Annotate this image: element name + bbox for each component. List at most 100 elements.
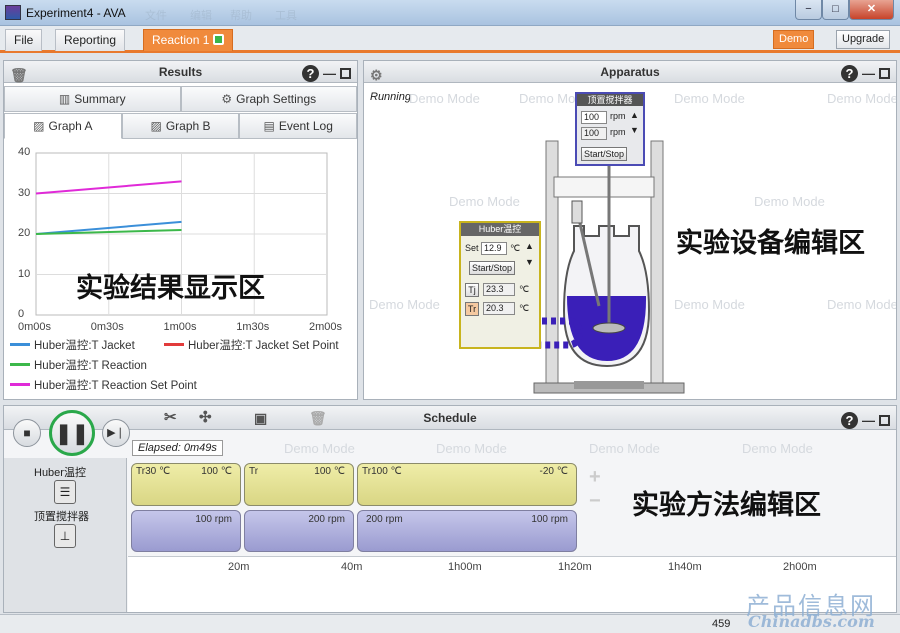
segment-start: 200 rpm <box>366 514 403 525</box>
add-step-icon[interactable]: + <box>589 466 601 489</box>
temp-segment[interactable]: Tr 100 ℃ <box>244 463 354 506</box>
ghost-menu-0: 文件 <box>145 10 167 22</box>
minimize-button[interactable]: − <box>795 0 822 20</box>
help-icon[interactable]: ? <box>302 65 319 82</box>
results-panel: 🗑 Results ? — ▥ Summary ⚙ Graph Settings ▨ G… <box>3 60 358 400</box>
close-button[interactable]: ✕ <box>849 0 894 20</box>
maximize-panel-icon[interactable] <box>879 415 890 426</box>
reaction-temp-unit: ℃ <box>519 303 530 313</box>
segment-start: Tr100 ℃ <box>362 466 402 477</box>
maximize-panel-icon[interactable] <box>340 68 351 79</box>
y-tick-label: 20 <box>18 227 31 239</box>
minimize-panel-icon[interactable]: — <box>862 409 875 433</box>
stirrer-speed-input[interactable]: 100 <box>581 111 607 124</box>
legend-swatch <box>164 343 184 346</box>
apparatus-title: Apparatus <box>600 65 660 79</box>
time-tick: 2h00m <box>783 561 817 573</box>
tab-graph-a[interactable]: ▨ Graph A <box>4 113 122 139</box>
time-tick: 1h40m <box>668 561 702 573</box>
reaction-status-icon <box>213 34 225 45</box>
huber-set-input[interactable]: 12.9 <box>481 242 507 255</box>
tab-file[interactable]: File <box>5 29 43 51</box>
elapsed-time: Elapsed: 0m49s <box>132 440 223 456</box>
stirrer-start-stop-button[interactable]: Start/Stop <box>581 147 627 161</box>
stop-button[interactable]: ■ <box>13 419 41 447</box>
stirrer-icon: ⊥ <box>54 524 76 548</box>
stirrer-title: 顶置搅拌器 <box>577 94 643 106</box>
results-title: Results <box>158 65 203 79</box>
stepper-up-icon[interactable]: ▲ <box>630 110 639 120</box>
legend-label: Huber温控:T Jacket <box>34 340 135 352</box>
gear-icon[interactable]: ⚙ <box>370 64 383 86</box>
delete-icon[interactable]: 🗑 <box>309 406 327 430</box>
pause-button[interactable]: ❚❚ <box>49 410 95 456</box>
maximize-panel-icon[interactable] <box>879 68 890 79</box>
minimize-panel-icon[interactable]: — <box>862 63 875 85</box>
watermark: Demo Mode <box>742 441 813 456</box>
stepper-down-icon[interactable]: ▼ <box>525 257 534 267</box>
time-tick: 20m <box>228 561 250 573</box>
segment-end: -20 ℃ <box>539 466 568 477</box>
graph-icon: ▨ <box>150 119 162 133</box>
results-tabs-bottom: ▨ Graph A ▨ Graph B ▤ Event Log <box>4 113 358 139</box>
maximize-button[interactable]: □ <box>822 0 849 20</box>
comment-icon[interactable]: ▣ <box>254 406 267 430</box>
watermark: Demo Mode <box>449 194 520 209</box>
summary-icon: ▥ <box>58 92 71 106</box>
stirrer-speed-actual-unit: rpm <box>610 127 626 137</box>
legend-item: Huber温控:T Jacket Set Point <box>164 337 339 353</box>
segment-start: Tr <box>249 466 259 477</box>
trash-icon[interactable]: 🗑 <box>10 64 28 86</box>
temp-segment[interactable]: Tr100 ℃ -20 ℃ <box>357 463 577 506</box>
apparatus-status: Running <box>370 91 411 103</box>
legend-item: Huber温控:T Jacket <box>10 337 135 353</box>
stepper-down-icon[interactable]: ▼ <box>630 125 639 135</box>
skip-icon: ▶❘ <box>107 427 125 439</box>
upgrade-button[interactable]: Upgrade <box>836 30 891 49</box>
segment-end: 100 ℃ <box>314 466 345 477</box>
stir-segment[interactable]: 200 rpm <box>244 510 354 552</box>
stirrer-speed-actual: 100 <box>581 127 607 140</box>
huber-start-stop-button[interactable]: Start/Stop <box>469 261 515 275</box>
minimize-panel-icon[interactable]: — <box>323 63 336 85</box>
huber-set-label: Set <box>465 243 479 253</box>
cut-icon[interactable]: ✂ <box>164 406 177 430</box>
demo-button[interactable]: Demo <box>773 30 815 49</box>
help-icon[interactable]: ? <box>841 65 858 82</box>
corner-watermark-en: Chinadbs.com <box>748 612 875 631</box>
x-tick-label: 0m00s <box>18 321 52 333</box>
skip-button[interactable]: ▶❘ <box>102 419 130 447</box>
tab-event-log[interactable]: ▤ Event Log <box>239 113 358 139</box>
stir-segment[interactable]: 200 rpm 100 rpm <box>357 510 577 552</box>
split-icon[interactable]: ✣ <box>199 406 212 430</box>
time-tick: 1h20m <box>558 561 592 573</box>
huber-title: Huber温控 <box>461 223 539 236</box>
tab-reporting[interactable]: Reporting <box>55 29 126 51</box>
help-icon[interactable]: ? <box>841 412 858 429</box>
ghost-menu-3: 工具 <box>275 10 297 22</box>
remove-step-icon[interactable]: − <box>589 490 601 513</box>
tab-graph-settings[interactable]: ⚙ Graph Settings <box>180 86 357 112</box>
tab-summary-label: Summary <box>74 92 126 106</box>
stepper-up-icon[interactable]: ▲ <box>525 241 534 251</box>
legend-swatch <box>10 363 30 366</box>
apparatus-header: ⚙ Apparatus ? — <box>364 61 896 83</box>
temp-segment[interactable]: Tr30 ℃ 100 ℃ <box>131 463 241 506</box>
watermark: Demo Mode <box>827 91 897 106</box>
device-list: Huber温控 ☰ 顶置搅拌器 ⊥ <box>4 458 127 612</box>
watermark: Demo Mode <box>674 91 745 106</box>
device-label: 顶置搅拌器 <box>34 511 89 523</box>
stir-segment[interactable]: 100 rpm <box>131 510 241 552</box>
thermo-control-icon: ☰ <box>54 480 76 504</box>
watermark: Demo Mode <box>754 194 825 209</box>
watermark: Demo Mode <box>284 441 355 456</box>
gear-icon: ⚙ <box>221 92 233 106</box>
watermark: Demo Mode <box>827 297 897 312</box>
watermark: Demo Mode <box>369 297 440 312</box>
tab-graph-b[interactable]: ▨ Graph B <box>121 113 240 139</box>
segment-end: 200 rpm <box>308 514 345 525</box>
window-titlebar: Experiment4 - AVA 文件 编辑 帮助 工具 − □ ✕ <box>0 0 900 26</box>
tab-reaction-1[interactable]: Reaction 1 <box>143 29 234 51</box>
tab-summary[interactable]: ▥ Summary <box>4 86 181 112</box>
legend-item: Huber温控:T Reaction Set Point <box>10 377 197 393</box>
